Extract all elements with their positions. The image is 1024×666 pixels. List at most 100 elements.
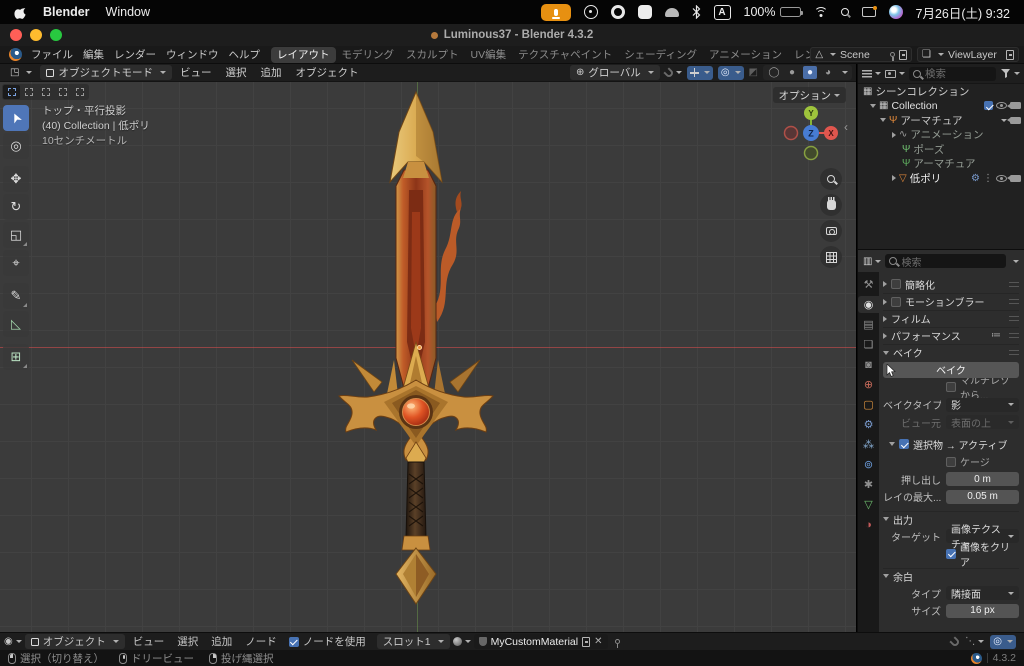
shading-rendered-button[interactable]: ◕ xyxy=(821,66,835,79)
outliner-row-scene-collection[interactable]: ▦ シーンコレクション xyxy=(858,84,1024,99)
shader-type-dropdown[interactable]: オブジェクト xyxy=(24,634,125,649)
extrusion-field[interactable]: 0 m xyxy=(946,472,1019,486)
outliner-row-lowpoly-mesh[interactable]: ▽ 低ポリ ⚙ ⋮ xyxy=(858,171,1024,186)
editor-type-button[interactable]: ◳ xyxy=(4,65,38,80)
drag-grip-icon[interactable] xyxy=(1009,281,1019,287)
menu-edit[interactable]: 編集 xyxy=(78,47,109,62)
drag-grip-icon[interactable] xyxy=(1009,333,1019,338)
outliner-row-armature-object[interactable]: Ψ アーマチュア xyxy=(858,113,1024,128)
snap-target-dropdown[interactable]: ⋱ xyxy=(965,636,985,647)
tab-world[interactable]: ⊕ xyxy=(858,376,879,393)
outliner-display-mode-button[interactable] xyxy=(862,69,881,78)
shader-overlays-toggle[interactable]: ◎ xyxy=(990,634,1016,649)
camera-restrict-icon[interactable] xyxy=(1007,174,1021,182)
menubar-clock[interactable]: 7月26日(土) 9:32 xyxy=(916,3,1010,22)
outliner-view-layer-button[interactable] xyxy=(885,69,905,78)
menu-window[interactable]: ウィンドウ xyxy=(161,47,224,62)
viewport-menu-select[interactable]: 選択 xyxy=(219,65,252,80)
cage-checkbox[interactable] xyxy=(946,456,956,467)
chevron-down-icon[interactable] xyxy=(1013,259,1019,263)
tab-rendering[interactable]: レンダリング xyxy=(788,47,810,63)
tool-add-cube[interactable]: ⊞ xyxy=(3,344,29,370)
simplify-checkbox[interactable] xyxy=(891,279,901,289)
gizmo-y-neg-axis[interactable] xyxy=(803,145,819,161)
pin-icon[interactable] xyxy=(614,639,620,648)
navigation-gizmo[interactable]: Y X Z xyxy=(782,104,840,162)
viewport-menu-view[interactable]: ビュー xyxy=(174,65,218,80)
zoom-window-button[interactable] xyxy=(50,29,62,41)
preset-icon[interactable]: ≔ xyxy=(991,330,1001,341)
tab-render[interactable]: ◉ xyxy=(858,296,879,313)
zoom-button[interactable] xyxy=(820,168,842,190)
pin-icon[interactable] xyxy=(890,52,896,61)
camera-restrict-icon[interactable] xyxy=(1007,116,1021,124)
tool-transform[interactable]: ⌖ xyxy=(3,250,29,276)
bluetooth-icon[interactable] xyxy=(692,5,701,19)
viewport-canvas[interactable]: ➤ ◎ ✥ ↻ ◱ ⌖ ✎ ◺ ⊞ トップ・平行投影 (40) Collecti… xyxy=(0,82,856,632)
modifier-wrench-icon[interactable]: ⚙ xyxy=(971,173,980,184)
apple-logo-icon[interactable] xyxy=(14,5,27,20)
minimize-window-button[interactable] xyxy=(30,29,42,41)
tab-output[interactable]: ▤ xyxy=(858,316,879,333)
line-app-icon[interactable] xyxy=(637,5,652,19)
sword-model[interactable] xyxy=(336,90,496,605)
tool-cursor[interactable]: ◎ xyxy=(3,133,29,159)
collapse-icon[interactable] xyxy=(892,175,896,182)
snap-magnet-icon[interactable] xyxy=(949,635,961,648)
from-multires-checkbox[interactable] xyxy=(946,382,956,392)
outliner-filter-button[interactable] xyxy=(1000,68,1020,79)
tab-sculpting[interactable]: スカルプト xyxy=(400,47,465,63)
xray-toggle[interactable]: ◩ xyxy=(749,67,758,78)
siri-icon[interactable] xyxy=(888,5,903,19)
panel-performance[interactable]: パフォーマンス ≔ xyxy=(883,327,1019,343)
select-mode-intersect[interactable] xyxy=(71,85,88,99)
fan-status-icon[interactable] xyxy=(610,5,625,19)
gizmos-toggle[interactable] xyxy=(686,65,713,80)
expand-icon[interactable] xyxy=(870,103,876,108)
expand-icon[interactable] xyxy=(889,442,895,446)
camera-view-button[interactable] xyxy=(820,220,842,242)
scene-selector[interactable]: △ Scene xyxy=(810,47,913,62)
menubar-app-name[interactable]: Blender xyxy=(43,5,90,19)
shading-wireframe-button[interactable]: ◯ xyxy=(767,66,781,79)
eye-icon[interactable] xyxy=(996,102,1007,110)
panel-motion-blur[interactable]: モーションブラー xyxy=(883,293,1019,309)
mode-dropdown[interactable]: オブジェクトモード xyxy=(40,65,172,80)
bake-type-dropdown[interactable]: 影 xyxy=(946,397,1019,412)
panel-film[interactable]: フィルム xyxy=(883,310,1019,326)
bake-button[interactable]: ベイク xyxy=(883,361,1019,378)
eye-icon[interactable] xyxy=(996,174,1007,182)
input-source-indicator[interactable]: A xyxy=(713,4,731,20)
transform-orientation-dropdown[interactable]: ⊕ グローバル xyxy=(570,65,660,80)
panel-simplify[interactable]: 簡略化 xyxy=(883,276,1019,292)
shading-solid-button[interactable]: ● xyxy=(785,66,799,79)
tab-shading[interactable]: シェーディング xyxy=(618,47,703,63)
shader-menu-node[interactable]: ノード xyxy=(240,634,282,649)
max-ray-field[interactable]: 0.05 m xyxy=(946,489,1019,504)
tab-physics[interactable]: ⊚ xyxy=(858,456,879,473)
outliner-row-animation[interactable]: ∿ アニメーション xyxy=(858,128,1024,143)
unlink-close-icon[interactable]: ✕ xyxy=(594,636,602,647)
select-mode-invert[interactable] xyxy=(54,85,71,99)
tab-scene[interactable]: ◙ xyxy=(858,356,879,373)
tool-annotate[interactable]: ✎ xyxy=(3,283,29,309)
select-mode-extend[interactable] xyxy=(20,85,37,99)
tab-material[interactable]: ◑ xyxy=(858,516,879,533)
drag-grip-icon[interactable] xyxy=(1009,350,1019,355)
blender-logo-icon[interactable] xyxy=(9,48,22,61)
sidebar-collapse-arrow[interactable]: ‹ xyxy=(844,120,848,134)
outliner-row-pose[interactable]: Ψ ポーズ xyxy=(858,142,1024,157)
margin-type-dropdown[interactable]: 隣接面 xyxy=(946,586,1019,601)
tab-view-layer[interactable]: ❏ xyxy=(858,336,879,353)
screen-mirroring-icon[interactable] xyxy=(861,6,877,17)
tool-rotate[interactable]: ↻ xyxy=(3,194,29,220)
tab-modeling[interactable]: モデリング xyxy=(336,47,401,63)
new-view-layer-icon[interactable] xyxy=(1006,49,1014,60)
camera-restrict-icon[interactable] xyxy=(1007,102,1021,110)
properties-editor-type-button[interactable]: ▥ xyxy=(863,256,882,267)
tab-layout[interactable]: レイアウト xyxy=(271,46,336,63)
select-mode-new[interactable] xyxy=(3,85,20,99)
outliner-row-collection[interactable]: ▦ Collection xyxy=(858,99,1024,114)
obs-status-icon[interactable] xyxy=(583,5,598,19)
view-layer-selector[interactable]: ❏ ViewLayer xyxy=(917,47,1019,62)
